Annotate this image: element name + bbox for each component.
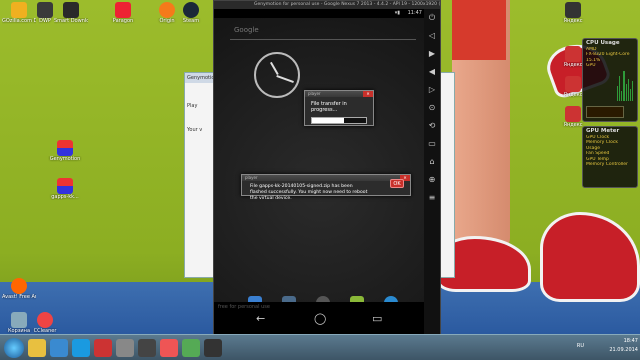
camera-icon[interactable]: ⊙ bbox=[424, 99, 440, 117]
cpu-core-bar bbox=[619, 76, 621, 101]
gpu-meter-gadget[interactable]: GPU Meter GPU Clock Memory Clock Usage F… bbox=[582, 126, 638, 188]
ok-button[interactable]: OK bbox=[390, 179, 404, 188]
media-icon[interactable] bbox=[94, 339, 112, 357]
origin-icon bbox=[159, 2, 175, 18]
cpu-usage-gadget[interactable]: CPU Usage AMD FX-8320 Eight-Core 15.1% G… bbox=[582, 38, 638, 122]
download-manager-icon bbox=[63, 2, 79, 18]
home-icon[interactable]: ⌂ bbox=[424, 153, 440, 171]
yandex-icon bbox=[565, 46, 581, 62]
volume-up-icon[interactable]: ▶ bbox=[424, 45, 440, 63]
emulator-window[interactable]: Genymotion for personal use - Google Nex… bbox=[213, 0, 441, 335]
analog-clock-widget[interactable] bbox=[254, 52, 300, 98]
gadget-title: CPU Usage bbox=[586, 40, 620, 46]
emulator-title: Genymotion for personal use - Google Nex… bbox=[214, 1, 440, 9]
recent-apps-button[interactable]: ▭ bbox=[372, 312, 382, 325]
cpu-core-bar bbox=[631, 81, 633, 101]
yandex-icon bbox=[565, 2, 581, 18]
close-icon[interactable]: ✕ bbox=[363, 91, 373, 97]
gadget-title: GPU Meter bbox=[586, 128, 620, 134]
skype-icon[interactable] bbox=[72, 339, 90, 357]
yandex-icon bbox=[565, 76, 581, 92]
taskbar: RU 18:47 21.09.2014 bbox=[0, 334, 640, 360]
start-button[interactable] bbox=[4, 338, 24, 358]
emulator-controls: ⏻ ◁ ▶ ◀ ▷ ⊙ ⟲ ▭ ⌂ ⊕ ≡ bbox=[424, 9, 440, 335]
genymotion-main-window[interactable]: Genymotion Play Your v bbox=[184, 72, 214, 278]
desktop-icon-avast[interactable]: Avast! Free Antivirus bbox=[2, 278, 36, 300]
back-button[interactable]: ← bbox=[256, 312, 265, 325]
success-message: File gapps-kk-20140105-signed.zip has be… bbox=[250, 184, 368, 201]
clock-hour-hand bbox=[270, 61, 279, 75]
android-screen[interactable]: Google bbox=[214, 18, 426, 310]
genymotion-taskbar-icon[interactable] bbox=[138, 339, 156, 357]
gozilla-icon bbox=[11, 2, 27, 18]
android-status-bar: ▾▮ 11:47 bbox=[214, 9, 426, 18]
desktop-icon-download-manager[interactable]: Smart Download Manager bbox=[54, 2, 88, 24]
app-icon[interactable] bbox=[116, 339, 134, 357]
flash-success-dialog[interactable]: player ✕ File gapps-kk-20140105-signed.zi… bbox=[241, 174, 411, 201]
dialog-title: player ✕ bbox=[242, 175, 410, 181]
desktop-icon-genymotion[interactable]: Genymotion bbox=[48, 140, 82, 162]
google-search-bar[interactable]: Google bbox=[230, 26, 416, 40]
wallpaper-shoe bbox=[540, 212, 640, 302]
recycle-bin-icon bbox=[11, 312, 27, 328]
dwp-icon bbox=[37, 2, 53, 18]
transfer-progress-dialog[interactable]: player ✕ File transfer in progress... bbox=[304, 90, 374, 126]
cpu-core-bar bbox=[627, 78, 629, 101]
cpu-core-bars bbox=[617, 51, 633, 101]
cpu-core-bar bbox=[629, 88, 631, 101]
rotate-left-icon[interactable]: ◀ bbox=[424, 63, 440, 81]
window-text: Your v bbox=[187, 127, 203, 133]
system-tray-clock[interactable]: 18:47 21.09.2014 bbox=[578, 337, 638, 359]
window-title: Genymotion bbox=[185, 73, 213, 83]
rotate-right-icon[interactable]: ▷ bbox=[424, 81, 440, 99]
menu-icon[interactable]: ≡ bbox=[424, 189, 440, 207]
clock-minute-hand bbox=[276, 75, 294, 84]
reset-icon[interactable]: ⟲ bbox=[424, 117, 440, 135]
recent-icon[interactable]: ▭ bbox=[424, 135, 440, 153]
desktop-icon-gapps[interactable]: gapps-kk... bbox=[48, 178, 82, 200]
android-nav-bar: ← ◯ ▭ free for personal use bbox=[214, 302, 426, 335]
paragon-icon bbox=[115, 2, 131, 18]
cpu-core-bar bbox=[617, 86, 619, 101]
ccleaner-icon bbox=[37, 312, 53, 328]
power-icon[interactable]: ⏻ bbox=[424, 9, 440, 27]
progress-fill bbox=[312, 118, 345, 123]
cpu-history-graph bbox=[586, 106, 624, 118]
watermark: free for personal use bbox=[218, 304, 270, 310]
cpu-core-bar bbox=[623, 71, 625, 101]
status-time: 11:47 bbox=[407, 10, 422, 16]
yandex-icon bbox=[565, 106, 581, 122]
wallpaper-sock bbox=[452, 0, 506, 60]
cpu-core-bar bbox=[621, 91, 623, 101]
archive-icon bbox=[57, 178, 73, 194]
progress-message: File transfer in progress... bbox=[311, 101, 347, 113]
wifi-icon: ▾▮ bbox=[394, 10, 400, 16]
play-button[interactable]: Play bbox=[185, 101, 213, 111]
explorer-icon[interactable] bbox=[28, 339, 46, 357]
volume-down-icon[interactable]: ◁ bbox=[424, 27, 440, 45]
cpu-core-bar bbox=[625, 83, 627, 101]
progress-bar bbox=[311, 117, 367, 124]
avast-icon bbox=[11, 278, 27, 294]
dialog-title: player ✕ bbox=[305, 91, 373, 97]
desktop-icon-steam[interactable]: Steam bbox=[174, 2, 208, 24]
app-icon[interactable] bbox=[182, 339, 200, 357]
emulator-taskbar-icon[interactable] bbox=[204, 339, 222, 357]
app-icon[interactable] bbox=[160, 339, 178, 357]
desktop-icon-paragon[interactable]: Paragon bbox=[106, 2, 140, 24]
home-button[interactable]: ◯ bbox=[314, 312, 326, 325]
genymotion-icon bbox=[57, 140, 73, 156]
steam-icon bbox=[183, 2, 199, 18]
desktop-icon-ccleaner[interactable]: CCleaner bbox=[28, 312, 62, 334]
desktop-icon-yandex[interactable]: Яндекс bbox=[556, 2, 590, 24]
gps-icon[interactable]: ⊕ bbox=[424, 171, 440, 189]
browser-icon[interactable] bbox=[50, 339, 68, 357]
